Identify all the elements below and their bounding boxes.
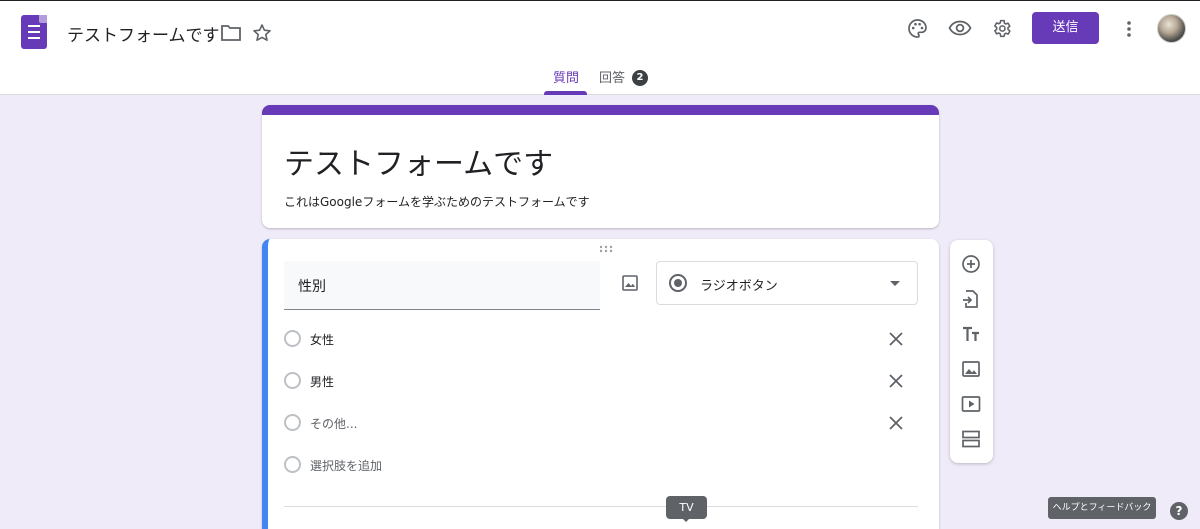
star-icon[interactable] xyxy=(252,23,272,43)
close-icon[interactable] xyxy=(886,371,906,391)
option-label[interactable]: 男性 xyxy=(310,373,334,390)
add-image-icon[interactable] xyxy=(621,274,639,292)
form-heading[interactable]: テストフォームです xyxy=(284,139,553,183)
divider xyxy=(284,506,918,507)
more-vert-icon[interactable] xyxy=(1123,19,1135,39)
help-tooltip: ヘルプとフィードバック xyxy=(1048,497,1156,519)
radio-circle-icon xyxy=(284,414,301,431)
gear-icon[interactable] xyxy=(991,18,1012,39)
tab-questions[interactable]: 質問 xyxy=(553,67,579,86)
option-label[interactable]: 女性 xyxy=(310,331,334,348)
add-option-label[interactable]: 選択肢を追加 xyxy=(310,457,382,474)
question-title-input[interactable]: 性別 xyxy=(284,261,600,310)
close-icon[interactable] xyxy=(886,329,906,349)
palette-icon[interactable] xyxy=(907,18,928,39)
chevron-down-icon xyxy=(890,281,900,286)
radio-button-icon xyxy=(669,274,687,292)
forms-app-icon[interactable] xyxy=(21,15,47,49)
title-text-icon[interactable] xyxy=(961,324,981,344)
radio-circle-icon xyxy=(284,456,301,473)
form-title[interactable]: テストフォームです xyxy=(67,21,220,46)
tooltip: TV xyxy=(666,496,707,522)
avatar[interactable] xyxy=(1157,14,1186,43)
question-title-text: 性別 xyxy=(298,279,326,295)
option-label[interactable]: その他... xyxy=(310,415,357,432)
question-card[interactable]: 性別 ラジオボタン 女性 男性 その他... 選択肢を追加 xyxy=(262,239,939,529)
option-row[interactable]: その他... xyxy=(284,411,924,435)
question-type-label: ラジオボタン xyxy=(700,279,778,294)
add-question-icon[interactable] xyxy=(961,254,981,274)
side-toolbar xyxy=(950,240,993,463)
image-icon[interactable] xyxy=(961,359,981,379)
eye-icon[interactable] xyxy=(948,20,972,36)
import-questions-icon[interactable] xyxy=(961,289,981,309)
folder-icon[interactable] xyxy=(221,24,241,42)
help-icon[interactable]: ? xyxy=(1170,502,1188,520)
responses-count-badge: 2 xyxy=(632,70,648,86)
active-tab-indicator xyxy=(544,91,587,95)
close-icon[interactable] xyxy=(886,413,906,433)
tab-responses[interactable]: 回答 xyxy=(599,67,625,86)
section-icon[interactable] xyxy=(961,429,981,449)
option-row[interactable]: 男性 xyxy=(284,369,924,393)
send-button[interactable]: 送信 xyxy=(1032,12,1099,44)
form-title-card[interactable]: テストフォームです これはGoogleフォームを学ぶためのテストフォームです xyxy=(262,105,939,228)
drag-handle-icon[interactable] xyxy=(599,245,613,253)
video-icon[interactable] xyxy=(961,394,981,414)
radio-circle-icon xyxy=(284,372,301,389)
header: テストフォームです 質問 回答 2 送信 xyxy=(0,0,1200,95)
option-row[interactable]: 女性 xyxy=(284,327,924,351)
radio-circle-icon xyxy=(284,330,301,347)
form-description[interactable]: これはGoogleフォームを学ぶためのテストフォームです xyxy=(284,193,590,210)
add-option-row[interactable]: 選択肢を追加 xyxy=(284,453,924,477)
question-type-dropdown[interactable]: ラジオボタン xyxy=(656,261,918,305)
